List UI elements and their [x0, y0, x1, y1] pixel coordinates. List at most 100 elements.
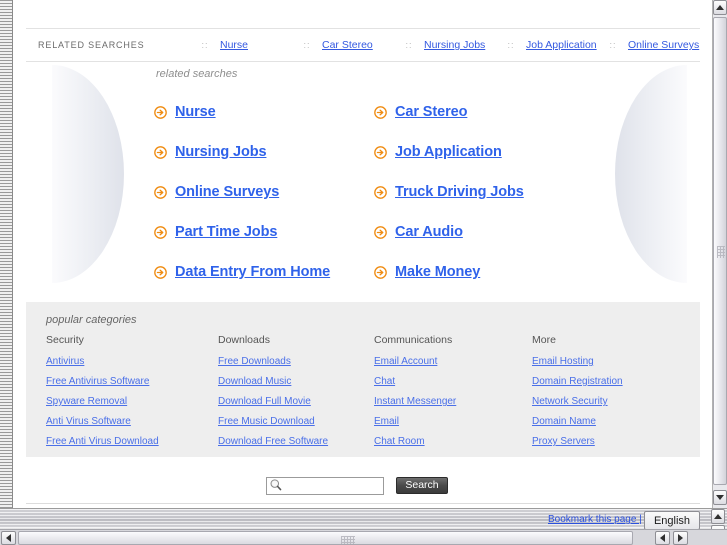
category-link-domain-registration[interactable]: Domain Registration	[532, 376, 702, 387]
related-searches-label: RELATED SEARCHES	[38, 40, 145, 50]
category-link-antivirus[interactable]: Antivirus	[46, 356, 218, 367]
main-link-row[interactable]: Nurse	[154, 104, 374, 120]
chevron-left-icon	[6, 534, 11, 542]
category-link-download-music[interactable]: Download Music	[218, 376, 374, 387]
main-link-car-audio[interactable]: Car Audio	[395, 224, 463, 240]
vertical-scrollbar-thumb[interactable]	[713, 17, 727, 485]
category-link-instant-messenger[interactable]: Instant Messenger	[374, 396, 532, 407]
main-link-data-entry-from-home[interactable]: Data Entry From Home	[175, 264, 330, 280]
chevron-up-icon	[714, 514, 722, 519]
main-link-row[interactable]: Car Audio	[374, 224, 574, 240]
main-link-nursing-jobs[interactable]: Nursing Jobs	[175, 144, 267, 160]
orange-arrow-icon	[154, 265, 167, 279]
main-link-row[interactable]: Make Money	[374, 264, 574, 280]
related-search-item-1[interactable]: Car Stereo	[322, 39, 394, 51]
related-search-link-nurse[interactable]: Nurse	[220, 39, 248, 51]
category-link-free-anti-virus-download[interactable]: Free Anti Virus Download	[46, 436, 218, 447]
horizontal-scrollbar[interactable]	[0, 529, 727, 545]
scroll-right-button[interactable]	[673, 531, 688, 545]
category-column-more: More Email Hosting Domain Registration N…	[532, 334, 702, 456]
category-link-free-antivirus-software[interactable]: Free Antivirus Software	[46, 376, 218, 387]
main-links-block: related searches Nurse Car Stereo Nursin…	[154, 68, 574, 292]
related-search-item-3[interactable]: Job Application	[526, 39, 598, 51]
main-link-part-time-jobs[interactable]: Part Time Jobs	[175, 224, 277, 240]
main-link-row[interactable]: Car Stereo	[374, 104, 574, 120]
horizontal-scrollbar-thumb[interactable]	[18, 531, 633, 545]
main-link-row[interactable]: Part Time Jobs	[154, 224, 374, 240]
bottom-divider	[26, 503, 700, 504]
category-heading: Downloads	[218, 334, 270, 346]
main-links-title: related searches	[156, 68, 238, 80]
main-link-car-stereo[interactable]: Car Stereo	[395, 104, 467, 120]
chevron-down-icon	[716, 495, 724, 500]
related-search-item-0[interactable]: Nurse	[220, 39, 292, 51]
separator-dots: ::	[405, 40, 413, 50]
category-link-email-hosting[interactable]: Email Hosting	[532, 356, 702, 367]
category-link-anti-virus-software[interactable]: Anti Virus Software	[46, 416, 218, 427]
scroll-up-button-secondary[interactable]	[711, 509, 725, 524]
related-search-item-2[interactable]: Nursing Jobs	[424, 39, 496, 51]
main-link-row[interactable]: Online Surveys	[154, 184, 374, 200]
category-link-chat-room[interactable]: Chat Room	[374, 436, 532, 447]
category-link-free-music-download[interactable]: Free Music Download	[218, 416, 374, 427]
category-link-network-security[interactable]: Network Security	[532, 396, 702, 407]
search-row: Search	[266, 476, 448, 495]
scroll-left-button-secondary[interactable]	[655, 531, 670, 545]
vertical-scrollbar[interactable]	[712, 0, 727, 508]
main-link-online-surveys[interactable]: Online Surveys	[175, 184, 279, 200]
orange-arrow-icon	[374, 145, 387, 159]
left-arc-decoration	[52, 65, 124, 283]
scroll-up-button[interactable]	[713, 0, 727, 15]
separator-dots: ::	[201, 40, 209, 50]
main-link-make-money[interactable]: Make Money	[395, 264, 480, 280]
chevron-left-icon	[660, 534, 665, 542]
category-link-email[interactable]: Email	[374, 416, 532, 427]
category-link-download-full-movie[interactable]: Download Full Movie	[218, 396, 374, 407]
category-heading: More	[532, 334, 556, 346]
category-link-proxy-servers[interactable]: Proxy Servers	[532, 436, 702, 447]
category-heading: Security	[46, 334, 84, 346]
chevron-up-icon	[716, 5, 724, 10]
orange-arrow-icon	[154, 225, 167, 239]
scrollbar-grip-icon	[717, 246, 725, 258]
bookmark-this-page-link[interactable]: Bookmark this page |	[548, 514, 642, 525]
category-column-security: Security Antivirus Free Antivirus Softwa…	[46, 334, 218, 456]
related-search-link-online-surveys[interactable]: Online Surveys	[628, 39, 699, 51]
main-link-row[interactable]: Nursing Jobs	[154, 144, 374, 160]
orange-arrow-icon	[374, 225, 387, 239]
separator-dots: ::	[609, 40, 617, 50]
category-link-chat[interactable]: Chat	[374, 376, 532, 387]
left-gutter-decoration	[0, 0, 13, 508]
chevron-right-icon	[678, 534, 683, 542]
category-column-communications: Communications Email Account Chat Instan…	[374, 334, 532, 456]
related-search-link-car-stereo[interactable]: Car Stereo	[322, 39, 373, 51]
main-link-job-application[interactable]: Job Application	[395, 144, 502, 160]
category-link-domain-name[interactable]: Domain Name	[532, 416, 702, 427]
language-select[interactable]: English	[644, 511, 700, 530]
related-searches-links: :: Nurse :: Car Stereo :: Nursing Jobs :…	[190, 39, 700, 51]
category-heading: Communications	[374, 334, 453, 346]
right-arc-decoration	[615, 65, 687, 283]
main-link-truck-driving-jobs[interactable]: Truck Driving Jobs	[395, 184, 524, 200]
popular-categories-columns: Security Antivirus Free Antivirus Softwa…	[46, 334, 700, 456]
orange-arrow-icon	[154, 185, 167, 199]
main-link-row[interactable]: Data Entry From Home	[154, 264, 374, 280]
main-link-row[interactable]: Truck Driving Jobs	[374, 184, 574, 200]
search-button[interactable]: Search	[396, 476, 448, 494]
scroll-down-button[interactable]	[713, 490, 727, 505]
related-search-link-job-application[interactable]: Job Application	[526, 39, 597, 51]
related-search-link-nursing-jobs[interactable]: Nursing Jobs	[424, 39, 485, 51]
category-link-download-free-software[interactable]: Download Free Software	[218, 436, 374, 447]
separator-dots: ::	[303, 40, 311, 50]
scroll-left-button[interactable]	[1, 531, 16, 545]
page-content: RELATED SEARCHES :: Nurse :: Car Stereo …	[14, 0, 712, 508]
search-input[interactable]	[266, 477, 384, 495]
category-link-spyware-removal[interactable]: Spyware Removal	[46, 396, 218, 407]
main-link-nurse[interactable]: Nurse	[175, 104, 216, 120]
category-link-email-account[interactable]: Email Account	[374, 356, 532, 367]
page-viewport: RELATED SEARCHES :: Nurse :: Car Stereo …	[14, 0, 712, 508]
main-links-grid: Nurse Car Stereo Nursing Jobs Job Applic…	[154, 92, 574, 292]
related-search-item-4[interactable]: Online Surveys	[628, 39, 700, 51]
main-link-row[interactable]: Job Application	[374, 144, 574, 160]
category-link-free-downloads[interactable]: Free Downloads	[218, 356, 374, 367]
